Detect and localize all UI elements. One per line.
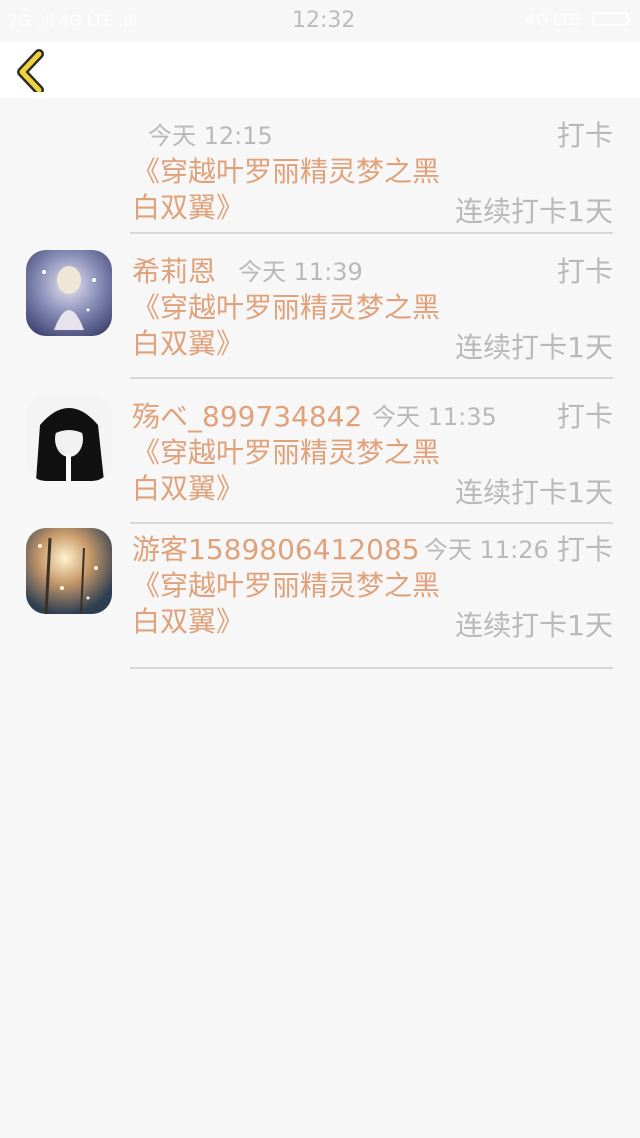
book-title-link[interactable]: 《穿越叶罗丽精灵梦之黑白双翼》 bbox=[132, 154, 442, 226]
clock: 12:32 bbox=[292, 8, 356, 33]
checkin-label: 打卡 bbox=[556, 255, 613, 288]
user-name[interactable]: 希莉恩 bbox=[132, 250, 216, 290]
checkin-time: 今天 11:26 bbox=[424, 536, 549, 564]
chevron-left-icon bbox=[17, 49, 44, 95]
book-title-link[interactable]: 《穿越叶罗丽精灵梦之黑白双翼》 bbox=[132, 568, 442, 640]
signal-indicators: 2G .ıll 4G LTE .ıll bbox=[8, 11, 137, 30]
checkin-label: 打卡 bbox=[556, 400, 613, 433]
list-item-content: 希莉恩 今天 11:39 打卡 《穿越叶罗丽精灵梦之黑白双翼》 连续打卡1天 bbox=[130, 234, 613, 379]
checkin-label: 打卡 bbox=[556, 119, 613, 152]
checkin-time: 今天 11:39 bbox=[238, 258, 363, 286]
list-item-content: 游客1589806412085 今天 11:26 打卡 《穿越叶罗丽精灵梦之黑白… bbox=[130, 524, 613, 669]
streak-count: 连续打卡1天 bbox=[455, 609, 613, 642]
list-item[interactable]: 希莉恩 今天 11:39 打卡 《穿越叶罗丽精灵梦之黑白双翼》 连续打卡1天 bbox=[0, 234, 640, 379]
list-item[interactable]: 今天 12:15 打卡 《穿越叶罗丽精灵梦之黑白双翼》 连续打卡1天 bbox=[0, 98, 640, 234]
checkin-list: 今天 12:15 打卡 《穿越叶罗丽精灵梦之黑白双翼》 连续打卡1天 希莉恩 今… bbox=[0, 98, 640, 669]
avatar[interactable] bbox=[26, 395, 112, 481]
list-item-content: 今天 12:15 打卡 《穿越叶罗丽精灵梦之黑白双翼》 连续打卡1天 bbox=[130, 98, 613, 234]
avatar[interactable] bbox=[26, 528, 112, 614]
status-bar: 2G .ıll 4G LTE .ıll 12:32 4G LTE bbox=[0, 0, 640, 42]
battery-icon bbox=[592, 12, 631, 26]
list-item[interactable]: 游客1589806412085 今天 11:26 打卡 《穿越叶罗丽精灵梦之黑白… bbox=[0, 524, 640, 669]
list-item-content: 殇ベ_899734842 今天 11:35 打卡 《穿越叶罗丽精灵梦之黑白双翼》… bbox=[130, 379, 613, 524]
app-bar bbox=[0, 42, 640, 98]
user-name[interactable]: 殇ベ_899734842 bbox=[132, 395, 362, 435]
network-indicator: 4G LTE bbox=[525, 10, 580, 29]
streak-count: 连续打卡1天 bbox=[455, 331, 613, 364]
back-button[interactable] bbox=[10, 48, 54, 95]
streak-count: 连续打卡1天 bbox=[455, 195, 613, 228]
streak-count: 连续打卡1天 bbox=[455, 476, 613, 509]
user-name[interactable]: 游客1589806412085 bbox=[132, 528, 420, 568]
checkin-time: 今天 12:15 bbox=[148, 122, 273, 150]
checkin-time: 今天 11:35 bbox=[372, 403, 497, 431]
avatar-image bbox=[26, 250, 112, 336]
avatar[interactable] bbox=[26, 250, 112, 336]
checkin-label: 打卡 bbox=[556, 533, 613, 566]
book-title-link[interactable]: 《穿越叶罗丽精灵梦之黑白双翼》 bbox=[132, 290, 442, 362]
book-title-link[interactable]: 《穿越叶罗丽精灵梦之黑白双翼》 bbox=[132, 435, 442, 507]
avatar-image bbox=[26, 395, 112, 481]
avatar-image bbox=[26, 528, 112, 614]
list-item[interactable]: 殇ベ_899734842 今天 11:35 打卡 《穿越叶罗丽精灵梦之黑白双翼》… bbox=[0, 379, 640, 524]
